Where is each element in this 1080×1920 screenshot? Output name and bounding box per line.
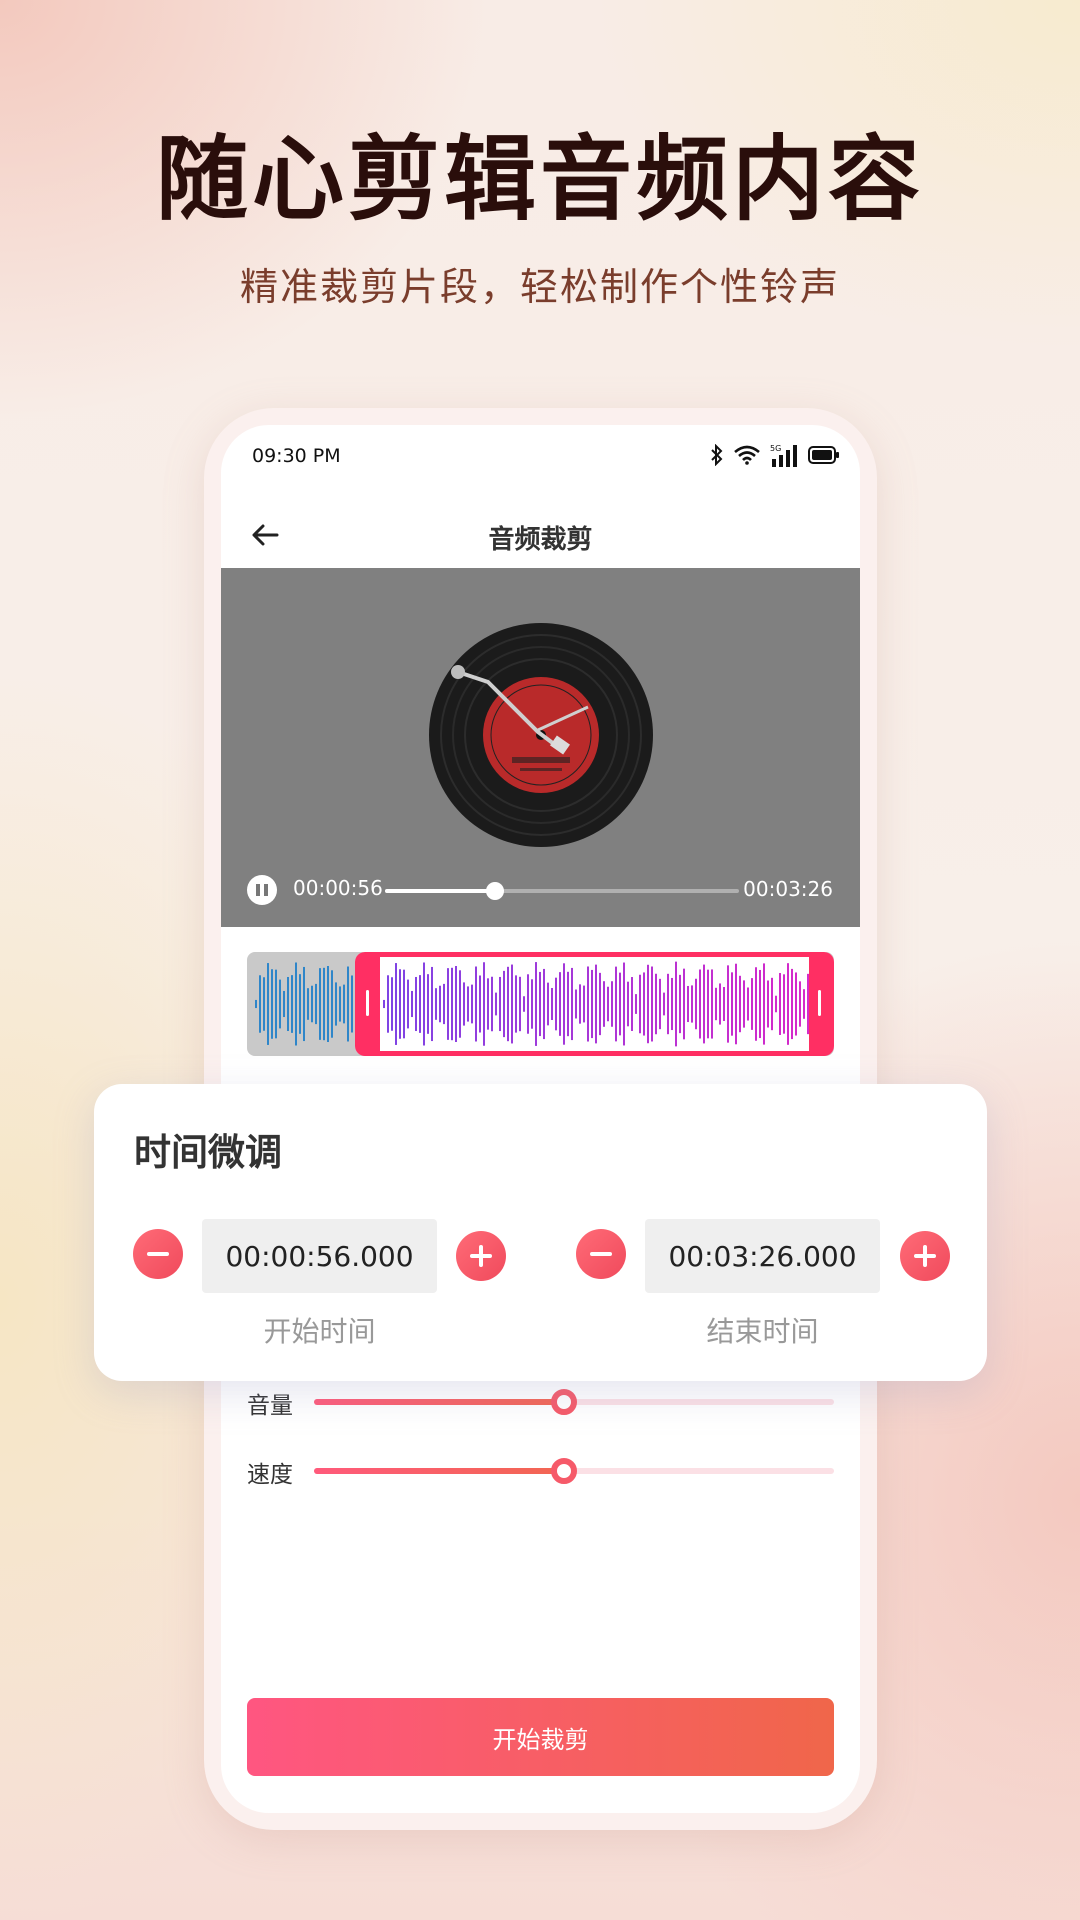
selection-end-handle[interactable]	[818, 990, 821, 1016]
waveform-bar	[283, 990, 285, 1018]
playback-progress[interactable]	[385, 882, 739, 900]
waveform-bar	[315, 983, 317, 1025]
network-type-label: 5G	[770, 444, 781, 453]
waveform-bar	[339, 986, 341, 1022]
progress-knob[interactable]	[485, 882, 504, 900]
waveform-bar	[351, 975, 353, 1033]
nav-bar: 音频裁剪	[221, 505, 860, 575]
waveform-bar	[267, 963, 269, 1045]
vinyl-record-artwork	[429, 623, 653, 847]
status-bar: 09:30 PM 5G	[221, 425, 860, 485]
start-time-label: 开始时间	[263, 1315, 376, 1348]
waveform-bar	[279, 979, 281, 1029]
selection-start-handle[interactable]	[366, 990, 369, 1016]
volume-row: 音量	[247, 1382, 834, 1422]
waveform-bar	[307, 988, 309, 1020]
speed-label: 速度	[247, 1462, 293, 1488]
speed-slider[interactable]	[314, 1458, 834, 1484]
waveform-bar	[347, 966, 349, 1042]
fine-tune-card: 时间微调 00:00:56.000 开始时间 00:03:26.000 结束时间	[94, 1084, 987, 1381]
waveform-bar	[275, 969, 277, 1039]
pause-button[interactable]	[247, 875, 277, 905]
selection-frame	[355, 952, 834, 1056]
volume-slider[interactable]	[314, 1389, 834, 1415]
progress-fill	[385, 889, 495, 893]
waveform-bar	[287, 976, 289, 1032]
waveform-bar	[263, 977, 265, 1031]
total-time: 00:03:26	[743, 877, 833, 901]
bluetooth-icon	[711, 444, 723, 466]
end-increase-button[interactable]	[900, 1231, 950, 1281]
start-increase-button[interactable]	[456, 1231, 506, 1281]
speed-row: 速度	[247, 1451, 834, 1491]
end-decrease-button[interactable]	[576, 1229, 626, 1279]
status-time: 09:30 PM	[252, 445, 341, 467]
minus-icon	[590, 1252, 612, 1256]
waveform-bar	[303, 966, 305, 1042]
waveform-bar	[327, 966, 329, 1042]
start-cut-button[interactable]: 开始裁剪	[247, 1698, 834, 1776]
volume-label: 音量	[247, 1393, 293, 1419]
volume-knob[interactable]	[550, 1389, 577, 1415]
waveform-bar	[323, 967, 325, 1041]
end-time-field[interactable]: 00:03:26.000	[645, 1219, 880, 1293]
promo-headline: 随心剪辑音频内容	[155, 126, 924, 233]
minus-icon	[147, 1252, 169, 1256]
start-decrease-button[interactable]	[133, 1229, 183, 1279]
speed-knob[interactable]	[550, 1458, 577, 1484]
waveform-bar	[343, 984, 345, 1024]
battery-icon	[808, 446, 839, 464]
plus-icon-vertical	[479, 1245, 483, 1267]
volume-fill	[314, 1399, 564, 1405]
waveform-bar	[271, 969, 273, 1039]
wifi-icon	[734, 445, 760, 465]
speed-fill	[314, 1468, 564, 1474]
waveform-bar	[259, 975, 261, 1033]
pause-icon	[264, 884, 268, 896]
waveform-bar	[335, 982, 337, 1026]
waveform-bar	[295, 962, 297, 1046]
promo-subline: 精准裁剪片段，轻松制作个性铃声	[239, 265, 840, 309]
5g-signal-icon: 5G	[770, 444, 797, 467]
waveform-bar	[299, 974, 301, 1034]
end-time-label: 结束时间	[706, 1315, 819, 1348]
waveform-bar	[311, 985, 313, 1023]
waveform-bar	[319, 968, 321, 1040]
waveform-bar	[255, 999, 257, 1009]
waveform-bar	[331, 970, 333, 1038]
start-time-field[interactable]: 00:00:56.000	[202, 1219, 437, 1293]
pause-icon	[256, 884, 260, 896]
plus-icon-vertical	[923, 1245, 927, 1267]
page-title: 音频裁剪	[488, 525, 593, 555]
status-icons: 5G	[710, 443, 840, 467]
current-time: 00:00:56	[293, 876, 383, 900]
audio-player: 00:00:56 00:03:26	[221, 568, 860, 927]
fine-tune-title: 时间微调	[134, 1131, 282, 1174]
waveform-bar	[291, 975, 293, 1033]
